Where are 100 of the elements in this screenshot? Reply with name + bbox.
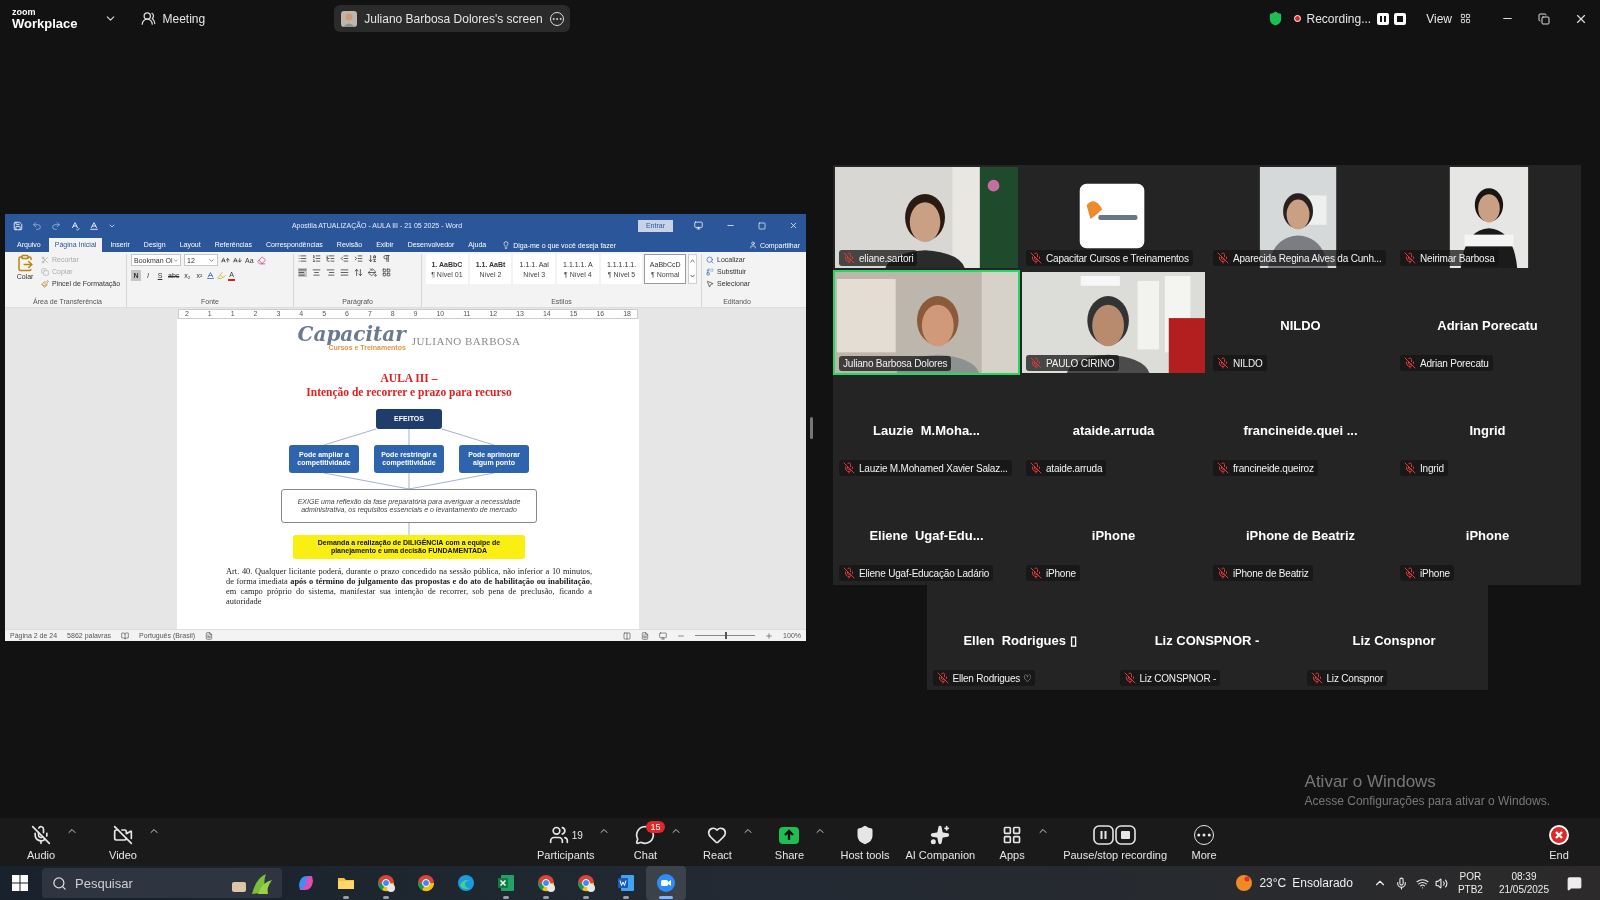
numbering-icon[interactable] [312,254,321,263]
ribbon-display-icon[interactable] [694,221,703,230]
connector-line [408,522,410,536]
weather-label[interactable]: Ensolarado [1292,876,1353,890]
participant-name: Lauzie M.Moha... [873,423,980,438]
pause-stop-icon [1093,825,1138,845]
more-button[interactable]: More [1181,821,1228,863]
meeting-label[interactable]: Meeting [162,11,206,26]
font-color-icon[interactable] [89,220,99,231]
ai-button[interactable]: AI Companion [903,821,978,863]
participant-label: Capacitar Cursos e Treinamentos [1046,252,1189,264]
search-icon [706,255,714,264]
host-button[interactable]: Host tools [838,821,892,863]
decrease-indent-icon[interactable] [340,254,349,263]
participant-label: iPhone [1046,567,1076,579]
react-button[interactable]: React [694,821,741,863]
mic-off-icon [31,825,51,845]
audio-button[interactable]: Audio [18,821,64,863]
search-field[interactable]: Pesquisar [42,868,282,898]
replace-icon [706,267,714,276]
participant-label: iPhone de Beatriz [1233,567,1309,579]
participant-name: iPhone [1091,528,1136,543]
proofing-icon[interactable] [121,631,130,640]
clock[interactable]: 08:39 21/05/2025 [1498,870,1549,896]
view-button[interactable]: View [1426,11,1452,26]
wave-icon[interactable] [456,873,476,893]
bullets-icon[interactable] [298,254,307,263]
heading: AULA III – [380,371,438,385]
spellcheck-icon[interactable] [70,220,80,231]
record-button[interactable]: Pause/stop recording [1061,821,1170,863]
participants-icon [548,825,569,845]
zoom-slider-thumb[interactable] [725,632,728,639]
swirl-icon[interactable] [296,873,316,893]
clear-format-icon[interactable] [256,255,266,265]
participant-label: Liz Conspnor [1326,672,1384,684]
multilevel-list-icon[interactable] [326,254,335,263]
save-icon[interactable] [13,220,23,231]
wifi-icon[interactable] [1415,876,1429,890]
print-layout-icon[interactable] [641,631,650,640]
borders-icon[interactable] [382,268,391,277]
spreadsheet-icon[interactable] [496,873,516,893]
participants-button[interactable]: 19 Participants [535,821,597,863]
unread-badge: 15 [646,821,665,833]
clipboard-icon [16,254,34,272]
participant-label: PAULO CIRINO [1046,357,1115,369]
participant-name: Adrian Porecatu [1437,318,1538,333]
pause-button[interactable] [1377,12,1390,25]
grow-font-icon[interactable] [221,255,230,265]
volume-icon[interactable] [1434,876,1448,890]
notification-icon[interactable] [1567,875,1582,891]
lightbulb-icon [502,241,511,249]
participant-label: Adrian Porecatu [1420,357,1489,369]
heart-icon [707,825,728,845]
browser-icon[interactable] [576,873,596,893]
browser-icon[interactable] [416,873,436,893]
participant-name: Ingrid [1469,423,1506,438]
participant-label: NILDO [1233,357,1263,369]
shading-icon[interactable] [368,268,377,277]
macro-icon[interactable] [205,631,214,640]
screen-share-pill[interactable]: Juliano Barbosa Dolores's screen [334,5,570,32]
align-left-icon[interactable] [298,268,307,277]
input-language[interactable]: POR PTB2 [1457,870,1483,896]
redo-icon[interactable] [51,220,61,231]
pointer-icon [706,279,714,288]
share-button[interactable]: Share [766,821,813,863]
video-button[interactable]: Video [100,821,146,863]
sort-icon[interactable] [368,254,377,263]
mic-icon[interactable] [1394,876,1408,890]
align-center-icon[interactable] [312,268,321,277]
participant-label: francineide.queiroz [1233,462,1314,474]
restore-icon[interactable] [1538,12,1550,25]
browser-icon[interactable] [536,873,556,893]
video-call-icon[interactable] [656,873,676,893]
dropdown-caret-icon [208,256,215,264]
weather-icon[interactable] [1235,874,1254,892]
participant-label: Juliano Barbosa Dolores [843,358,948,369]
maximize-icon[interactable] [758,221,766,230]
increase-indent-icon[interactable] [354,254,363,263]
splitter-handle[interactable] [810,416,813,439]
participant-name: iPhone de Beatriz [1245,528,1356,543]
justify-icon[interactable] [340,268,349,277]
chat-button[interactable]: 15 Chat [622,821,669,863]
document-icon[interactable] [616,873,636,893]
stop-button[interactable] [1394,12,1407,25]
web-layout-icon[interactable] [659,631,668,640]
text-effects-icon[interactable] [206,271,216,280]
align-right-icon[interactable] [326,268,335,277]
participant-label: Eliene Ugaf-Educação Ladário [859,567,990,579]
undo-icon[interactable] [32,220,42,231]
shrink-font-icon[interactable] [233,255,242,265]
connector-line [441,428,495,446]
line-spacing-icon[interactable] [354,268,363,277]
apps-button[interactable]: Apps [989,821,1036,863]
participant-label: Neirimar Barbosa [1420,252,1495,264]
windows-start-icon[interactable] [12,875,28,891]
end-button[interactable]: End [1536,821,1582,863]
temperature[interactable]: 23°C [1259,876,1287,890]
recording-dot-icon [1293,15,1301,22]
browser-icon[interactable] [376,873,396,893]
pilcrow-icon[interactable] [382,254,391,263]
